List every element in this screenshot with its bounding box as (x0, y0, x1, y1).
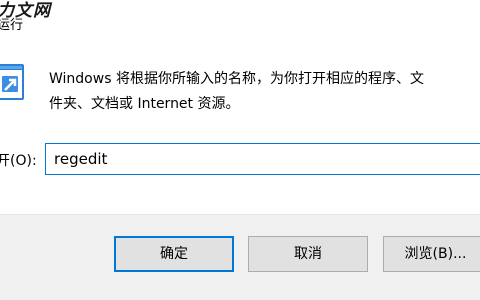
run-dialog-icon (0, 64, 24, 100)
description-line-1: Windows 将根据你所输入的名称，为你打开相应的程序、文 (49, 71, 424, 87)
description-line-2: 件夹、文档或 Internet 资源。 (49, 96, 240, 112)
cancel-button[interactable]: 取消 (248, 236, 368, 272)
ok-button[interactable]: 确定 (114, 236, 234, 272)
window-title: 运行 (0, 18, 24, 33)
dialog-description: Windows 将根据你所输入的名称，为你打开相应的程序、文 件夹、文档或 In… (49, 67, 480, 117)
browse-button[interactable]: 浏览(B)... (383, 236, 480, 272)
title-bar: 力文网 运行 (0, 0, 480, 40)
dialog-content: Windows 将根据你所输入的名称，为你打开相应的程序、文 件夹、文档或 In… (0, 40, 480, 214)
run-dialog: 力文网 运行 Windows 将根据你所输入的名称，为你打开相应的程序、文 件夹… (0, 0, 480, 300)
open-input[interactable] (45, 143, 480, 175)
open-label: 开(O): (0, 153, 37, 169)
button-bar: 确定 取消 浏览(B)... (0, 214, 480, 300)
